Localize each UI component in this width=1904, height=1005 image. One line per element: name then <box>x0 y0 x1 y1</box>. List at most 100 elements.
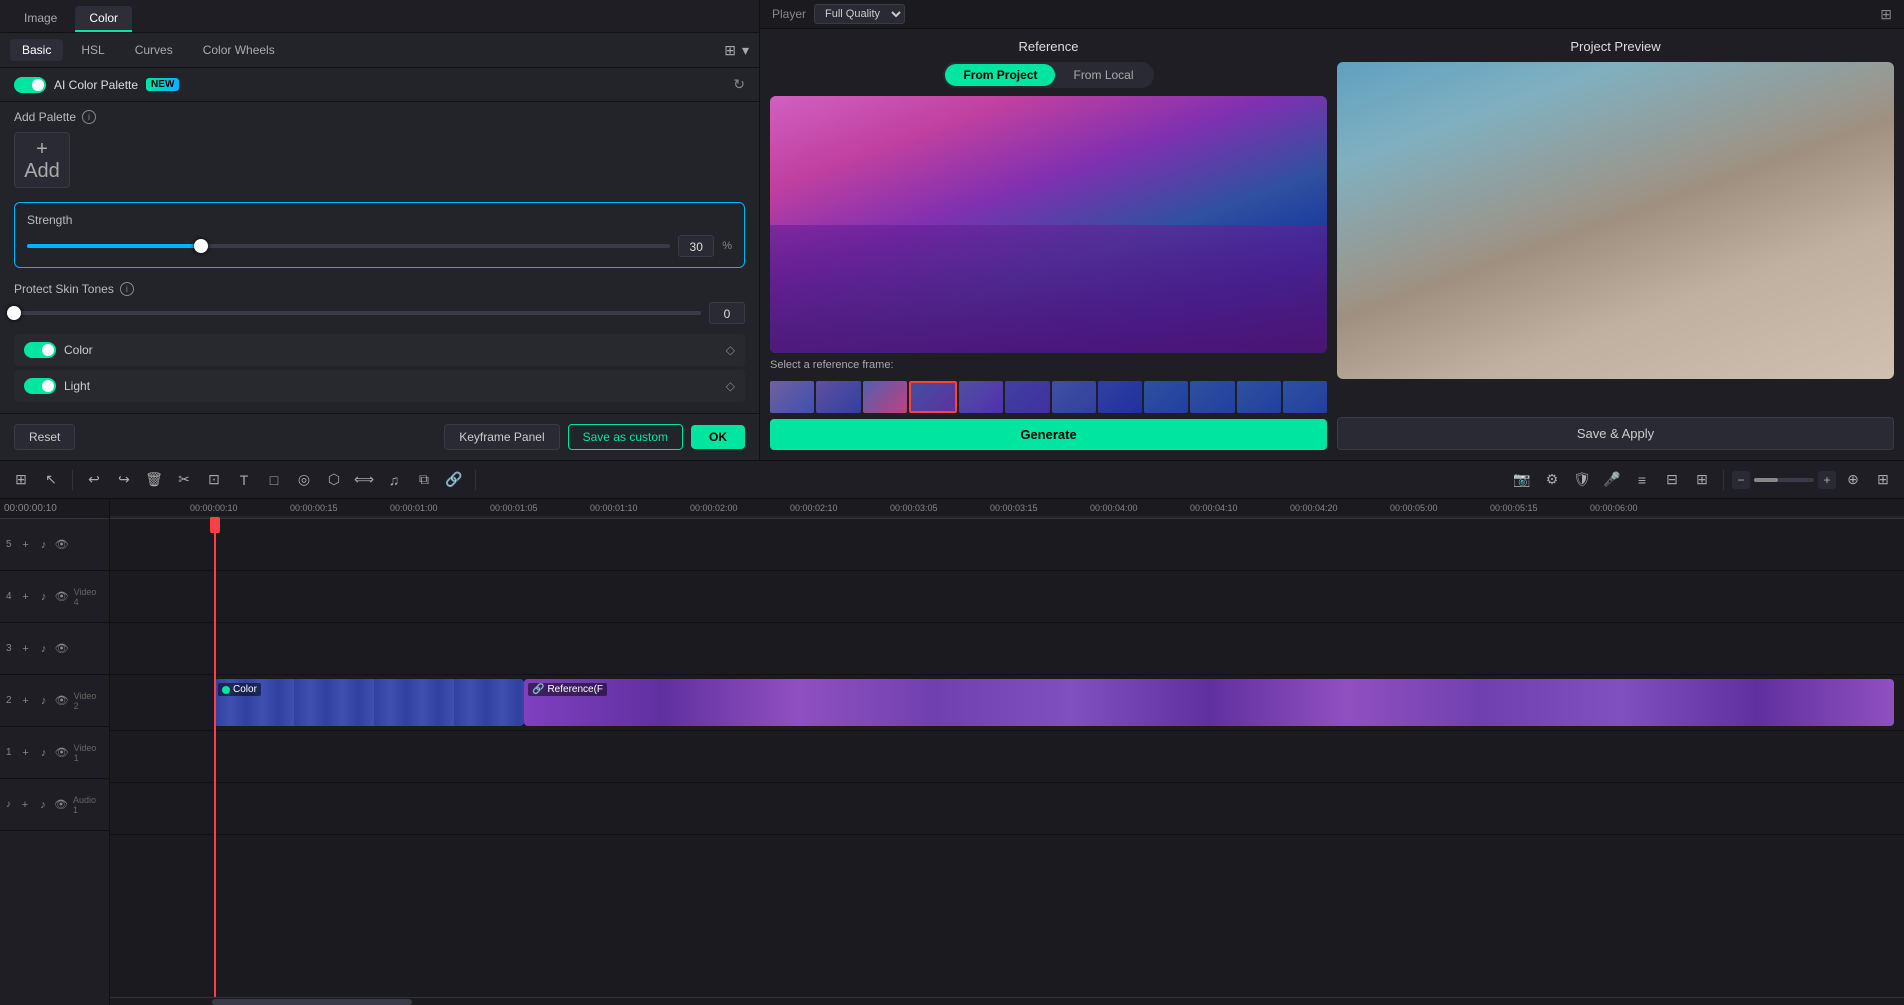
adjust-icon[interactable]: ⟺ <box>351 467 377 493</box>
track-2-add[interactable]: + <box>18 693 34 709</box>
ref-frame-6[interactable] <box>1005 381 1049 413</box>
protect-label-row: Protect Skin Tones i <box>14 282 745 296</box>
color-toggle[interactable] <box>24 342 56 358</box>
playhead-handle[interactable] <box>210 517 220 533</box>
reference-clip[interactable]: 🔗 Reference(F <box>524 679 1894 726</box>
generate-button[interactable]: Generate <box>770 419 1327 450</box>
track-5-eye[interactable]: 👁 <box>54 537 70 553</box>
from-local-tab[interactable]: From Local <box>1055 64 1151 86</box>
track-5-add[interactable]: + <box>18 537 34 553</box>
playhead[interactable] <box>214 519 216 997</box>
add-palette-button[interactable]: + Add <box>14 132 70 188</box>
copy-icon[interactable]: ⧉ <box>411 467 437 493</box>
track-4-eye[interactable]: 👁 <box>54 589 70 605</box>
protect-skin-info-icon[interactable]: i <box>120 282 134 296</box>
ai-palette-toggle[interactable] <box>14 77 46 93</box>
filter-icon[interactable]: ⬡ <box>321 467 347 493</box>
ruler-bar[interactable]: 00:00:00:10 00:00:00:15 00:00:01:00 00:0… <box>110 499 1904 519</box>
camera-icon[interactable]: 📷 <box>1509 467 1535 493</box>
track-2-eye[interactable]: 👁 <box>54 693 70 709</box>
light-row[interactable]: Light ◇ <box>14 370 745 402</box>
zoom-out-button[interactable]: − <box>1732 471 1750 489</box>
more-icon[interactable]: ⊞ <box>1689 467 1715 493</box>
color-row[interactable]: Color ◇ <box>14 334 745 366</box>
track-1-add[interactable]: + <box>18 745 34 761</box>
shape-icon[interactable]: ◎ <box>291 467 317 493</box>
protect-skin-slider[interactable] <box>14 311 701 315</box>
layout-icon[interactable]: ⊞ <box>1880 6 1892 23</box>
zoom-in-button[interactable]: + <box>1818 471 1836 489</box>
track-4-add[interactable]: + <box>18 589 34 605</box>
link-icon[interactable]: 🔗 <box>441 467 467 493</box>
subtab-curves[interactable]: Curves <box>123 39 185 61</box>
horizontal-scrollbar[interactable] <box>110 997 1904 1005</box>
zoom-track[interactable] <box>1754 478 1814 482</box>
subtab-hsl[interactable]: HSL <box>69 39 116 61</box>
add-palette-info-icon[interactable]: i <box>82 110 96 124</box>
caption-icon[interactable]: ≡ <box>1629 467 1655 493</box>
delete-icon[interactable]: 🗑 <box>141 467 167 493</box>
ref-frame-7[interactable] <box>1052 381 1096 413</box>
ref-frame-12[interactable] <box>1283 381 1327 413</box>
reset-button[interactable]: Reset <box>14 424 75 450</box>
player-label: Player <box>772 7 806 21</box>
expand-icon[interactable]: ▾ <box>742 42 749 59</box>
undo-icon[interactable]: ↩ <box>81 467 107 493</box>
ref-frame-11[interactable] <box>1237 381 1281 413</box>
toolbar-sep-1 <box>72 470 73 490</box>
quality-select[interactable]: Full Quality Half Quality <box>814 4 905 24</box>
ref-frame-4[interactable] <box>909 381 957 413</box>
add-track-icon[interactable]: ⊕ <box>1840 467 1866 493</box>
ref-frame-2[interactable] <box>816 381 860 413</box>
shield-icon[interactable]: 🛡 <box>1569 467 1595 493</box>
cut-icon[interactable]: ✂ <box>171 467 197 493</box>
rect-icon[interactable]: □ <box>261 467 287 493</box>
track-3-eye[interactable]: 👁 <box>54 641 70 657</box>
subtab-basic[interactable]: Basic <box>10 39 63 61</box>
keyframe-panel-button[interactable]: Keyframe Panel <box>444 424 559 450</box>
subtitle-icon[interactable]: ⊟ <box>1659 467 1685 493</box>
ref-frame-1[interactable] <box>770 381 814 413</box>
track-row-1: 1 + ♪ 👁 Video 1 <box>0 727 109 779</box>
save-custom-button[interactable]: Save as custom <box>568 424 683 450</box>
track-1-eye[interactable]: 👁 <box>54 745 70 761</box>
settings2-icon[interactable]: ⚙ <box>1539 467 1565 493</box>
save-apply-button[interactable]: Save & Apply <box>1337 417 1894 450</box>
strength-slider[interactable] <box>27 244 670 248</box>
scrollbar-thumb[interactable] <box>212 999 412 1005</box>
ref-frame-5[interactable] <box>959 381 1003 413</box>
track-2-audio[interactable]: ♪ <box>36 693 52 709</box>
crop-icon[interactable]: ⊡ <box>201 467 227 493</box>
ref-frame-9[interactable] <box>1144 381 1188 413</box>
ref-frame-3[interactable] <box>863 381 907 413</box>
timeline-area: ⊞ ↖ ↩ ↪ 🗑 ✂ ⊡ T □ ◎ ⬡ ⟺ ♫ ⧉ 🔗 📷 ⚙ 🛡 🎤 ≡ … <box>0 460 1904 1005</box>
tab-image[interactable]: Image <box>10 6 71 32</box>
tab-color[interactable]: Color <box>75 6 132 32</box>
text-icon[interactable]: T <box>231 467 257 493</box>
color-clip[interactable]: Color <box>214 679 524 726</box>
ref-frame-8[interactable] <box>1098 381 1142 413</box>
ref-frame-10[interactable] <box>1190 381 1234 413</box>
track-a1-add[interactable]: + <box>17 797 33 813</box>
color-keyframe-icon[interactable]: ◇ <box>726 343 735 357</box>
grid-icon[interactable]: ⊞ <box>1870 467 1896 493</box>
redo-icon[interactable]: ↪ <box>111 467 137 493</box>
track-a1-audio[interactable]: ♪ <box>35 797 51 813</box>
track-3-add[interactable]: + <box>18 641 34 657</box>
from-project-tab[interactable]: From Project <box>945 64 1055 86</box>
refresh-icon[interactable]: ↻ <box>733 76 745 93</box>
light-keyframe-icon[interactable]: ◇ <box>726 379 735 393</box>
track-4-audio[interactable]: ♪ <box>36 589 52 605</box>
audio-icon[interactable]: ♫ <box>381 467 407 493</box>
track-1-audio[interactable]: ♪ <box>36 745 52 761</box>
select-icon[interactable]: ↖ <box>38 467 64 493</box>
mic-icon[interactable]: 🎤 <box>1599 467 1625 493</box>
snap-icon[interactable]: ⊞ <box>8 467 34 493</box>
track-5-audio[interactable]: ♪ <box>36 537 52 553</box>
subtab-color-wheels[interactable]: Color Wheels <box>191 39 287 61</box>
track-a1-eye[interactable]: 👁 <box>53 797 69 813</box>
light-toggle[interactable] <box>24 378 56 394</box>
track-3-audio[interactable]: ♪ <box>36 641 52 657</box>
split-view-icon[interactable]: ⊞ <box>724 42 736 59</box>
ok-button[interactable]: OK <box>691 425 745 449</box>
